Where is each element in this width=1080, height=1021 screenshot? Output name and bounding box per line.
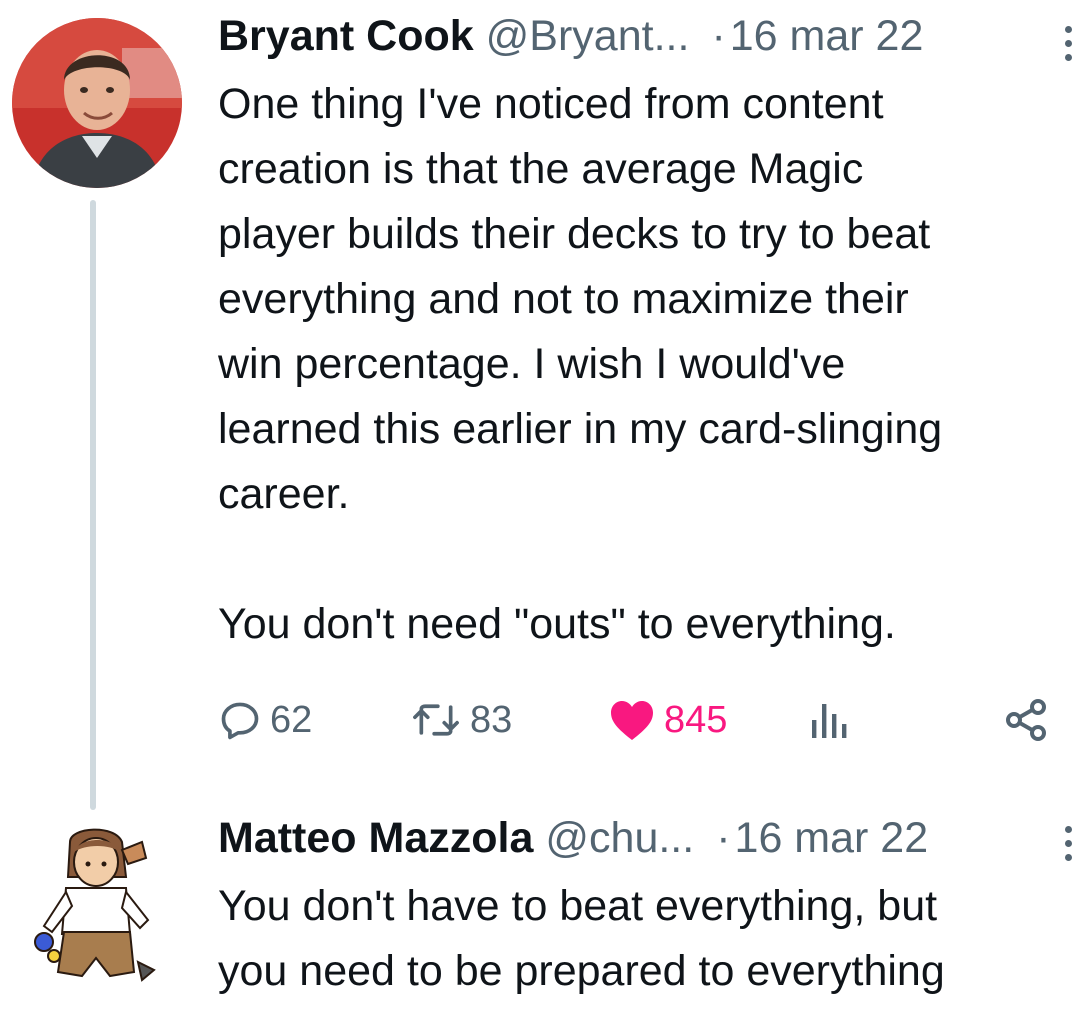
thread-connector-line	[90, 200, 96, 810]
views-button[interactable]	[808, 690, 848, 750]
tweet-text: One thing I've noticed from content crea…	[218, 80, 943, 648]
tweet-header: Matteo Mazzola @chu... · 16 mar 22	[218, 814, 928, 864]
reply-icon	[221, 702, 259, 740]
avatar-pixel-art	[34, 828, 156, 982]
avatar-photo	[12, 18, 182, 188]
author-name[interactable]: Matteo Mazzola	[218, 814, 533, 863]
author-name[interactable]: Bryant Cook	[218, 12, 474, 61]
author-handle[interactable]: @Bryant...	[486, 12, 690, 61]
more-icon[interactable]	[1062, 22, 1074, 66]
tweet-text: You don't have to beat everything, but y…	[218, 882, 945, 995]
header-separator: ·	[716, 814, 731, 862]
tweet-header: Bryant Cook @Bryant... · 16 mar 22	[218, 12, 923, 62]
share-button[interactable]	[1002, 690, 1050, 750]
like-button[interactable]: 845	[608, 690, 727, 750]
tweet-date[interactable]: 16 mar 22	[735, 814, 929, 863]
tweet-date[interactable]: 16 mar 22	[730, 12, 924, 61]
reply-count: 62	[270, 698, 313, 741]
reply-button[interactable]: 62	[218, 690, 312, 750]
heart-icon	[611, 701, 653, 740]
retweet-count: 83	[470, 698, 513, 741]
like-count: 845	[664, 698, 728, 741]
views-icon	[812, 704, 847, 738]
retweet-icon	[413, 704, 459, 736]
header-separator: ·	[711, 12, 726, 60]
avatar[interactable]	[12, 18, 182, 188]
more-icon[interactable]	[1062, 822, 1074, 866]
tweet-actions: 62 83 845	[218, 690, 1068, 750]
author-handle[interactable]: @chu...	[545, 814, 694, 863]
avatar[interactable]	[30, 822, 160, 987]
share-icon	[1006, 699, 1046, 741]
retweet-button[interactable]: 83	[410, 690, 512, 750]
